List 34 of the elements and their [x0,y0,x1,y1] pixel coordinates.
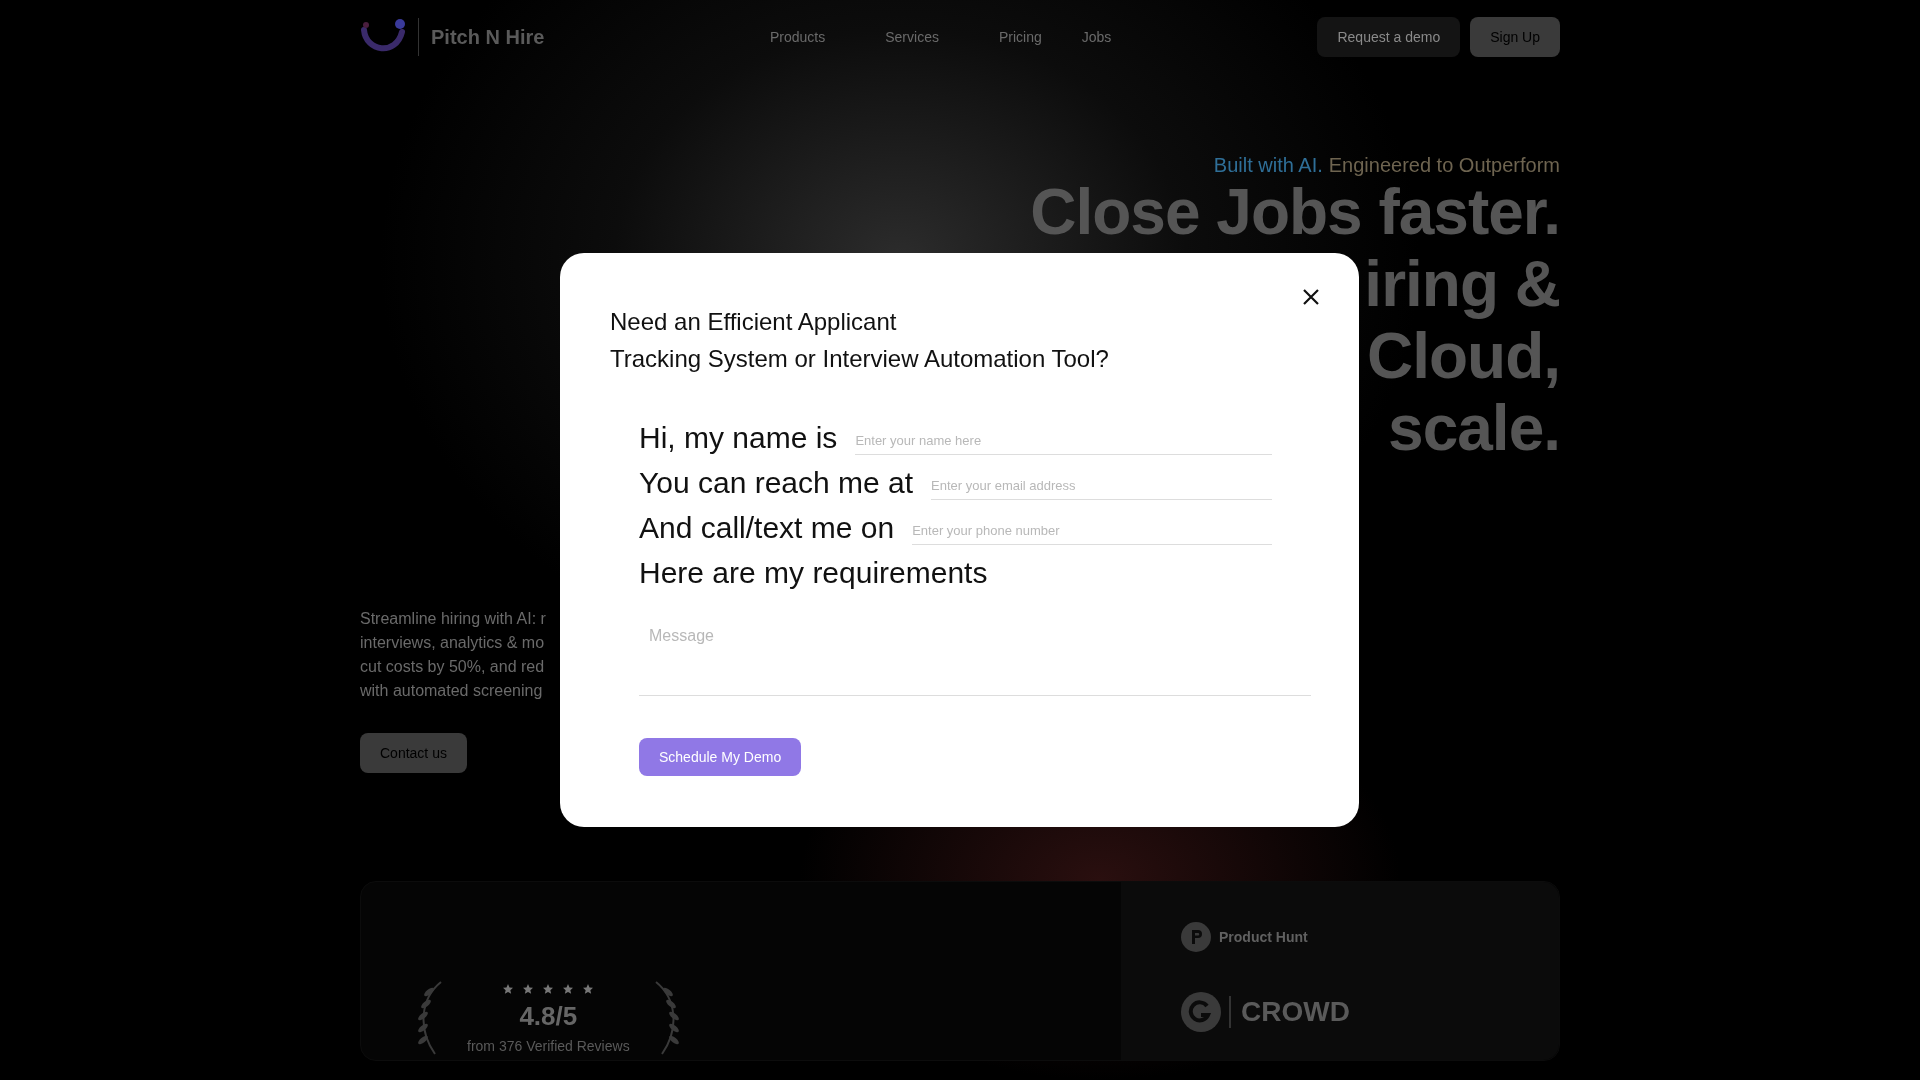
star-icon [562,982,575,995]
brand-name[interactable]: Pitch N Hire [418,18,545,56]
star-icon [542,982,555,995]
nav-link[interactable]: Products [740,29,856,45]
contact-button[interactable]: Contact us [360,733,467,773]
form-label: Hi, my name is [639,420,838,455]
schedule-demo-button[interactable]: Schedule My Demo [639,738,802,776]
form-label: And call/text me on [639,510,895,545]
product-hunt-label: Product Hunt [1219,929,1308,945]
star-icon [522,982,535,995]
tagline-text: Engineered to Outperform [1328,154,1560,177]
crowd-label: CROWD [1229,996,1350,1028]
g2-logo-icon [1181,992,1221,1032]
description-line: interviews, analytics & mo [360,633,545,653]
headline-line: scale. [1388,397,1560,459]
description-line: cut costs by 50%, and red [360,657,545,677]
nav-link[interactable]: Jobs [1071,29,1142,45]
sign-up-button[interactable]: Sign Up [1470,17,1560,57]
dialog-title: Need an Efficient Applicant Tracking System or Interview Automation Tool? [610,307,1110,374]
description-line: Streamline hiring with AI: r [360,609,546,629]
request-demo-button[interactable]: Request a demo [1317,17,1461,57]
reviews-count: from 376 Verified Reviews [467,1037,630,1054]
star-icon [582,982,595,995]
rating-score: 4.8/5 [519,1000,578,1032]
requirements-label: Here are my requirements [639,554,989,591]
form-label: You can reach me at [639,465,914,500]
star-icon [502,982,515,995]
tagline-text: Built with AI. [1213,154,1323,177]
nav-link[interactable]: Pricing [968,29,1072,45]
headline-line: Cloud, [1366,325,1560,387]
nav-link[interactable]: Services [855,29,969,45]
p-logo-icon [1181,922,1211,952]
headline-line: Close Jobs faster. [1030,181,1560,243]
description-line: with automated screening [360,681,543,701]
